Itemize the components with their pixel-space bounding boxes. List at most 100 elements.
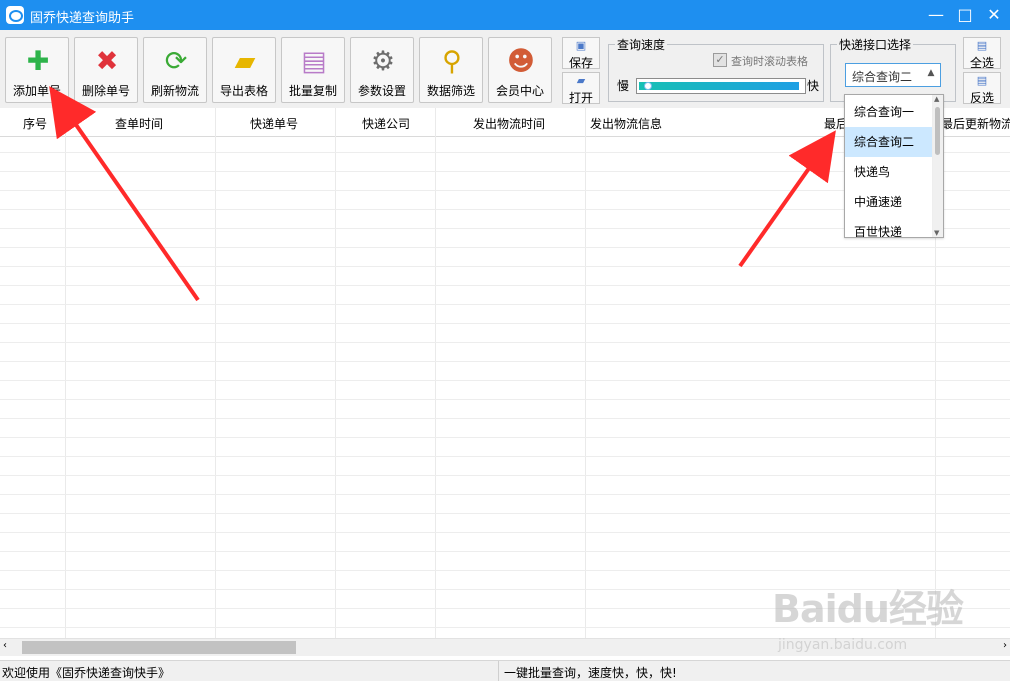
data-filter-button[interactable]: ⚲ 数据筛选	[419, 37, 483, 103]
api-option-comprehensive-two[interactable]: 综合查询二	[845, 127, 934, 157]
table-row-line	[0, 361, 1010, 362]
api-dropdown-list: 综合查询一 综合查询二 快递鸟 中通速递 百世快递 ▲ ▼	[844, 94, 944, 238]
table-row-line	[0, 494, 1010, 495]
invert-selection-label: 反选	[969, 91, 994, 105]
invert-selection-icon: ▤	[976, 74, 988, 87]
api-option-comprehensive-one[interactable]: 综合查询一	[845, 97, 934, 127]
fast-label: 快	[807, 79, 820, 93]
dropdown-scroll-thumb[interactable]	[935, 107, 940, 155]
baidu-jingyan-watermark-url: jingyan.baidu.com	[778, 637, 908, 653]
export-table-label: 导出表格	[219, 84, 268, 98]
refresh-logistics-label: 刷新物流	[150, 84, 199, 98]
speed-slider[interactable]	[636, 78, 806, 94]
delete-icon: ✖	[95, 45, 119, 77]
select-all-label: 全选	[969, 56, 994, 70]
table-row-line	[0, 323, 1010, 324]
query-speed-title: 查询速度	[615, 36, 668, 53]
delete-number-label: 删除单号	[81, 84, 130, 98]
table-row-line	[0, 551, 1010, 552]
dropdown-scrollbar[interactable]: ▲ ▼	[932, 95, 943, 237]
export-table-button[interactable]: ▰ 导出表格	[212, 37, 276, 103]
table-row-line	[0, 570, 1010, 571]
member-center-button[interactable]: ☻ 会员中心	[488, 37, 552, 103]
save-label: 保存	[568, 56, 593, 70]
grid-column-line	[585, 108, 586, 638]
table-row-line	[0, 437, 1010, 438]
table-row-line	[0, 475, 1010, 476]
scroll-table-label: 查询时滚动表格	[731, 55, 808, 68]
status-bar: 欢迎使用《固乔快递查询快手》 一键批量查询，速度快，快，快!	[0, 660, 1010, 681]
select-all-button[interactable]: ▤ 全选	[963, 37, 1001, 70]
members-icon: ☻	[506, 45, 536, 77]
column-query-time[interactable]: 查单时间	[115, 115, 163, 132]
status-left-text: 欢迎使用《固乔快递查询快手》	[2, 666, 171, 680]
table-row-line	[0, 380, 1010, 381]
member-center-label: 会员中心	[495, 84, 544, 98]
column-last-update[interactable]: 最后更新物流	[941, 115, 1010, 132]
folder-export-icon: ▰	[234, 45, 256, 77]
column-shipping-info[interactable]: 发出物流信息	[590, 115, 662, 132]
table-row-line	[0, 532, 1010, 533]
settings-label: 参数设置	[357, 84, 406, 98]
save-icon: ▣	[575, 39, 587, 52]
status-divider	[498, 661, 499, 681]
chevron-up-icon[interactable]: ▲	[934, 95, 939, 103]
batch-copy-label: 批量复制	[288, 84, 337, 98]
table-row-line	[0, 304, 1010, 305]
title-bar: 固乔快递查询助手 — □ ✕	[0, 0, 1010, 30]
api-combo-box[interactable]: 综合查询二 ▲	[845, 63, 941, 87]
grid-column-line	[435, 108, 436, 638]
table-row-line	[0, 266, 1010, 267]
chevron-down-icon[interactable]: ▼	[934, 229, 939, 237]
invert-selection-button[interactable]: ▤ 反选	[963, 72, 1001, 105]
magnifier-filter-icon: ⚲	[442, 45, 462, 77]
open-folder-icon: ▰	[576, 74, 586, 87]
open-label: 打开	[568, 91, 593, 105]
select-all-icon: ▤	[976, 39, 988, 52]
batch-copy-button[interactable]: ▤ 批量复制	[281, 37, 345, 103]
refresh-logistics-button[interactable]: ⟳ 刷新物流	[143, 37, 207, 103]
table-row-line	[0, 342, 1010, 343]
table-row-line	[0, 399, 1010, 400]
column-shipping-time[interactable]: 发出物流时间	[473, 115, 545, 132]
gear-icon: ⚙	[370, 45, 396, 77]
api-combo-value: 综合查询二	[852, 70, 913, 84]
scroll-left-icon[interactable]: ‹	[3, 640, 7, 651]
column-tracking-number[interactable]: 快递单号	[250, 115, 298, 132]
speed-slider-fill	[639, 82, 799, 90]
delete-number-button[interactable]: ✖ 删除单号	[74, 37, 138, 103]
add-number-button[interactable]: ✚ 添加单号	[5, 37, 69, 103]
app-search-icon	[6, 6, 24, 24]
refresh-icon: ⟳	[164, 45, 188, 77]
settings-button[interactable]: ⚙ 参数设置	[350, 37, 414, 103]
open-button[interactable]: ▰ 打开	[562, 72, 600, 105]
table-row-line	[0, 456, 1010, 457]
table-row-line	[0, 247, 1010, 248]
column-index[interactable]: 序号	[23, 115, 47, 132]
query-speed-group: 查询速度 ✓ 查询时滚动表格 慢 快	[608, 36, 824, 102]
save-button[interactable]: ▣ 保存	[562, 37, 600, 70]
api-selection-title: 快递接口选择	[837, 36, 914, 53]
status-right-text: 一键批量查询，速度快，快，快!	[504, 666, 677, 680]
scroll-right-icon[interactable]: ›	[1003, 640, 1007, 651]
api-option-best-express[interactable]: 百世快递	[845, 217, 934, 237]
slow-label: 慢	[617, 79, 630, 93]
maximize-button[interactable]: □	[951, 0, 979, 30]
window-title: 固乔快递查询助手	[30, 11, 135, 26]
grid-column-line	[65, 108, 66, 638]
column-courier[interactable]: 快递公司	[362, 115, 410, 132]
grid-column-line	[215, 108, 216, 638]
table-row-line	[0, 418, 1010, 419]
chevron-up-icon[interactable]: ▲	[924, 68, 938, 82]
close-button[interactable]: ✕	[980, 0, 1008, 30]
scroll-table-checkbox[interactable]: ✓	[713, 53, 727, 67]
api-option-kdniao[interactable]: 快递鸟	[845, 157, 934, 187]
add-number-label: 添加单号	[12, 84, 61, 98]
minimize-button[interactable]: —	[922, 0, 950, 30]
table-row-line	[0, 513, 1010, 514]
horizontal-scroll-thumb[interactable]	[22, 641, 296, 654]
copy-documents-icon: ▤	[301, 45, 327, 77]
baidu-jingyan-watermark: Baidu经验	[772, 587, 964, 631]
data-filter-label: 数据筛选	[426, 84, 475, 98]
api-option-zto[interactable]: 中通速递	[845, 187, 934, 217]
